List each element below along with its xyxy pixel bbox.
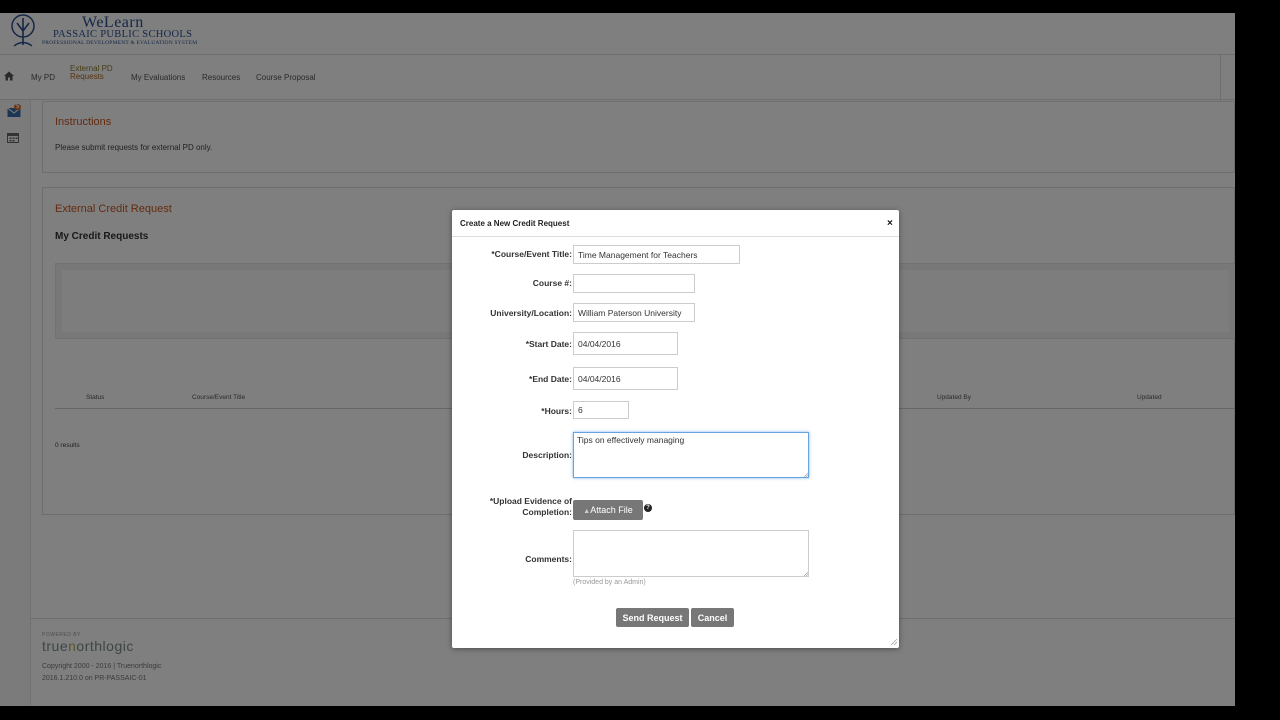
- modal-header: Create a New Credit Request ×: [452, 210, 899, 237]
- upload-label-line1: *Upload Evidence of: [489, 496, 572, 506]
- description-textarea[interactable]: Tips on effectively managing: [573, 432, 809, 478]
- hours-label: *Hours:: [541, 406, 572, 416]
- course-number-label: Course #:: [532, 278, 572, 288]
- hours-input[interactable]: [573, 401, 629, 419]
- resize-grip-icon[interactable]: [803, 472, 808, 477]
- course-number-input[interactable]: [573, 274, 695, 293]
- comments-textarea[interactable]: [573, 530, 809, 577]
- upload-label: *Upload Evidence of Completion:: [452, 496, 572, 518]
- start-date-label: *Start Date:: [525, 339, 572, 349]
- help-icon[interactable]: ?: [644, 504, 652, 512]
- end-date-input[interactable]: [573, 367, 678, 390]
- app-window: WeLearn PASSAIC PUBLIC SCHOOLS PROFESSIO…: [0, 13, 1235, 706]
- course-title-input[interactable]: [573, 245, 740, 264]
- start-date-input[interactable]: [573, 332, 678, 355]
- resize-grip-icon[interactable]: [803, 571, 808, 576]
- comments-hint: (Provided by an Admin): [573, 579, 646, 586]
- description-label: Description:: [522, 450, 572, 460]
- send-request-button[interactable]: Send Request: [616, 608, 689, 627]
- location-input[interactable]: [573, 303, 695, 322]
- end-date-label: *End Date:: [529, 374, 572, 384]
- upload-label-line2: Completion:: [522, 507, 572, 517]
- modal-resize-icon[interactable]: [890, 638, 897, 645]
- location-label: University/Location:: [490, 308, 572, 318]
- attach-file-button[interactable]: ▲Attach File: [573, 500, 643, 520]
- credit-request-modal: Create a New Credit Request × *Course/Ev…: [452, 210, 899, 648]
- comments-label: Comments:: [525, 554, 572, 564]
- attach-file-label: Attach File: [590, 505, 633, 515]
- cancel-button[interactable]: Cancel: [691, 608, 734, 627]
- close-icon[interactable]: ×: [887, 218, 893, 229]
- modal-title: Create a New Credit Request: [460, 219, 570, 228]
- course-title-label: *Course/Event Title:: [491, 249, 572, 259]
